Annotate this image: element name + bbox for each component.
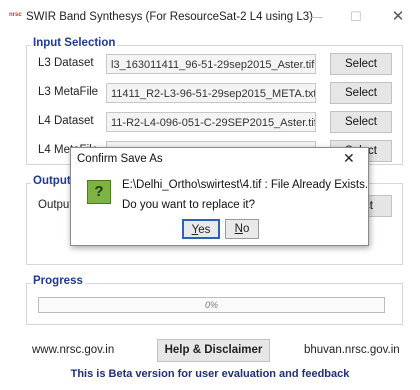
bhuvan-link[interactable]: bhuvan.nrsc.gov.in bbox=[304, 344, 400, 356]
dialog-title: Confirm Save As bbox=[77, 153, 163, 165]
no-mnemonic: N bbox=[234, 223, 243, 235]
l3-dataset-field[interactable]: l3_163011411_96-51-29sep2015_Aster.tif bbox=[106, 54, 316, 74]
l3-dataset-select-button[interactable]: Select bbox=[330, 53, 392, 75]
nrsc-link[interactable]: www.nrsc.gov.in bbox=[32, 344, 114, 356]
output-label: Output bbox=[38, 199, 73, 211]
maximize-button[interactable]: ☐ bbox=[336, 7, 376, 27]
dialog-close-button[interactable]: ✕ bbox=[343, 150, 355, 167]
minimize-button[interactable]: — bbox=[296, 7, 336, 27]
progress-percent-text: 0% bbox=[204, 300, 218, 310]
app-logo-icon: nrsc bbox=[9, 12, 22, 18]
dialog-message-file-exists: E:\Delhi_Ortho\swirtest\4.tif : File Alr… bbox=[122, 179, 369, 191]
progress-bar: 0% bbox=[38, 297, 385, 313]
yes-label-rest: es bbox=[198, 224, 211, 236]
window-close-button[interactable]: ✕ bbox=[378, 7, 418, 27]
yes-button[interactable]: Yes bbox=[182, 219, 220, 239]
input-selection-label: Input Selection bbox=[31, 37, 118, 49]
question-icon: ? bbox=[87, 180, 111, 204]
l3-dataset-label: L3 Dataset bbox=[38, 57, 94, 69]
l3-metafile-select-button[interactable]: Select bbox=[330, 82, 392, 104]
help-disclaimer-button[interactable]: Help & Disclaimer bbox=[157, 339, 270, 362]
no-label-rest: o bbox=[242, 223, 250, 235]
window-title: SWIR Band Synthesys (For ResourceSat-2 L… bbox=[26, 11, 313, 23]
progress-label: Progress bbox=[31, 275, 85, 287]
no-button[interactable]: No bbox=[225, 219, 259, 239]
l4-dataset-select-button[interactable]: Select bbox=[330, 111, 392, 133]
l4-dataset-field[interactable]: 11-R2-L4-096-051-C-29SEP2015_Aster.tif bbox=[106, 112, 316, 132]
l3-metafile-label: L3 MetaFile bbox=[38, 86, 99, 98]
dialog-message-replace: Do you want to replace it? bbox=[122, 199, 255, 211]
l4-dataset-label: L4 Dataset bbox=[38, 115, 94, 127]
confirm-save-dialog: Confirm Save As ✕ ? E:\Delhi_Ortho\swirt… bbox=[70, 147, 369, 246]
beta-notice: This is Beta version for user evaluation… bbox=[70, 368, 350, 380]
title-bar: nrsc SWIR Band Synthesys (For ResourceSa… bbox=[0, 0, 420, 34]
l3-metafile-field[interactable]: 11411_R2-L3-96-51-29sep2015_META.txt bbox=[106, 83, 316, 103]
